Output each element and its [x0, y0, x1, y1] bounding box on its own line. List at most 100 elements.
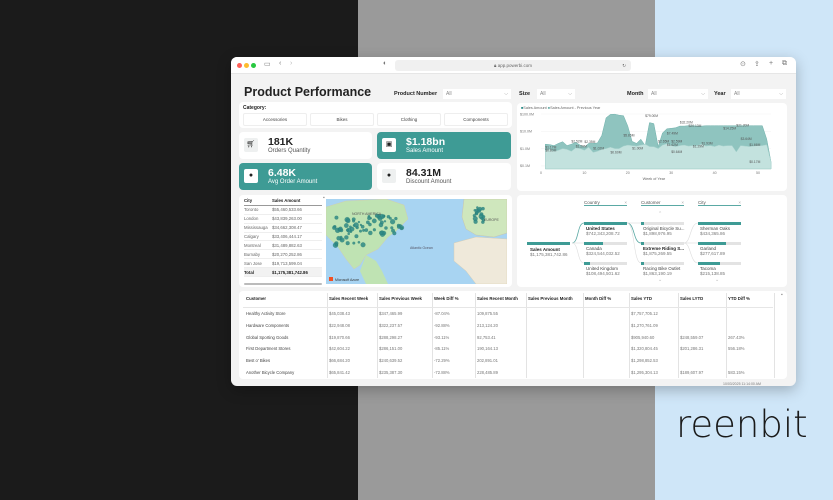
map-marker[interactable] — [338, 226, 343, 232]
map-marker[interactable] — [357, 220, 361, 224]
map-marker[interactable] — [360, 242, 366, 248]
map-marker[interactable] — [394, 216, 398, 221]
map-marker[interactable] — [347, 232, 350, 236]
column-header[interactable]: Sales Previous Month — [528, 296, 573, 301]
map-marker[interactable] — [336, 235, 341, 241]
map-marker[interactable] — [343, 223, 349, 228]
map-marker[interactable] — [357, 240, 361, 244]
chevron-down-icon[interactable]: ⌄ — [715, 277, 719, 283]
column-header[interactable]: Sales YTD — [631, 296, 652, 301]
column-header-label[interactable]: Customer — [641, 200, 661, 205]
map-marker[interactable] — [345, 228, 350, 232]
category-button-clothing[interactable]: Clothing — [377, 113, 441, 126]
category-button-components[interactable]: Components — [444, 113, 508, 126]
col-sales-amount[interactable]: Sales Amount — [272, 198, 301, 203]
more-options-icon[interactable]: ▪ — [781, 292, 783, 298]
map-marker[interactable] — [400, 226, 404, 230]
col-city[interactable]: City — [244, 198, 272, 203]
map-marker[interactable] — [359, 223, 363, 227]
map-marker[interactable] — [345, 218, 351, 224]
map-marker[interactable] — [332, 225, 337, 230]
map-marker[interactable] — [371, 218, 377, 224]
map-marker[interactable] — [391, 228, 395, 233]
privacy-shield-icon[interactable]: ◐ — [383, 60, 387, 67]
map-marker[interactable] — [379, 230, 384, 235]
column-header-label[interactable]: Country — [584, 200, 600, 205]
map-marker[interactable] — [383, 220, 387, 223]
decomp-bar[interactable] — [584, 222, 627, 225]
maximize-window-button[interactable] — [251, 63, 256, 68]
table-row[interactable]: London $43,839,263.00 — [244, 215, 322, 224]
decomp-bar[interactable] — [698, 242, 741, 245]
map-marker[interactable] — [388, 216, 392, 220]
table-row[interactable]: Burnaby $20,270,252.86 — [244, 250, 322, 260]
column-header[interactable]: Month Diff % — [585, 296, 611, 301]
address-bar[interactable]: 🔒︎ app.powerbi.com ↻ — [395, 60, 631, 71]
map-marker[interactable] — [473, 219, 478, 224]
map-marker[interactable] — [477, 206, 483, 212]
map-marker[interactable] — [344, 235, 349, 240]
category-button-bikes[interactable]: Bikes — [310, 113, 374, 126]
map-marker[interactable] — [384, 226, 388, 230]
decomp-bar[interactable] — [698, 222, 741, 225]
table-row[interactable]: Mississauga $34,662,308.47 — [244, 224, 322, 233]
table-row[interactable]: San Jose $19,713,599.04 — [244, 259, 322, 269]
column-header[interactable]: Sales Recent Week — [329, 296, 368, 301]
column-header[interactable]: Sales Recent Month — [477, 296, 518, 301]
column-header[interactable]: Customer — [246, 296, 266, 301]
close-icon[interactable]: × — [681, 200, 684, 205]
category-button-accessories[interactable]: Accessories — [243, 113, 307, 126]
back-icon[interactable]: ‹ — [279, 60, 281, 67]
map-marker[interactable] — [367, 216, 371, 221]
year-dropdown[interactable]: All ⌵ — [731, 89, 786, 99]
map-marker[interactable] — [473, 209, 477, 212]
table-row[interactable]: Montreal $31,489,882.63 — [244, 241, 322, 251]
map-marker[interactable] — [372, 228, 376, 232]
decomp-bar[interactable] — [584, 262, 627, 265]
table-row[interactable]: Toronto $55,460,533.66 — [244, 206, 322, 215]
map-marker[interactable] — [352, 219, 356, 223]
close-window-button[interactable] — [237, 63, 242, 68]
decomp-bar[interactable] — [584, 242, 627, 245]
table-row[interactable]: Calgary $33,406,444.17 — [244, 233, 322, 242]
map-marker[interactable] — [390, 219, 396, 225]
map-marker[interactable] — [345, 241, 350, 246]
decomp-bar[interactable] — [641, 222, 684, 225]
tabs-overview-icon[interactable]: ⧉ — [782, 60, 787, 68]
map-marker[interactable] — [475, 211, 479, 215]
map-marker[interactable] — [378, 222, 384, 228]
decomp-bar[interactable] — [641, 242, 684, 245]
map-marker[interactable] — [364, 228, 369, 232]
share-icon[interactable]: ⇪ — [754, 60, 760, 68]
map-marker[interactable] — [377, 216, 383, 221]
sales-map[interactable]: NORTH AMERICA EUROPE Atlantic Ocean Micr… — [326, 199, 507, 284]
reload-icon[interactable]: ↻ — [622, 60, 626, 71]
column-header[interactable]: Sales LYTD — [680, 296, 703, 301]
map-marker[interactable] — [334, 215, 339, 220]
column-header[interactable]: Week Diff % — [434, 296, 459, 301]
column-header-label[interactable]: City — [698, 200, 706, 205]
column-header[interactable]: YTD Diff % — [728, 296, 750, 301]
month-dropdown[interactable]: All ⌵ — [648, 89, 708, 99]
map-marker[interactable] — [368, 230, 373, 236]
new-tab-icon[interactable]: + — [769, 60, 773, 67]
horizontal-scrollbar[interactable] — [244, 283, 322, 285]
map-marker[interactable] — [334, 243, 338, 247]
map-marker[interactable] — [396, 225, 401, 229]
map-marker[interactable] — [353, 222, 359, 228]
minimize-window-button[interactable] — [244, 63, 249, 68]
chevron-up-icon[interactable]: ⌃ — [658, 211, 662, 217]
forward-icon[interactable]: › — [290, 60, 292, 67]
focus-mode-icon[interactable]: ▪ — [323, 195, 325, 201]
map-marker[interactable] — [352, 241, 356, 245]
map-marker[interactable] — [354, 234, 359, 239]
download-icon[interactable]: ⊙ — [740, 60, 746, 68]
decomp-bar[interactable] — [641, 262, 684, 265]
close-icon[interactable]: × — [624, 200, 627, 205]
column-header[interactable]: Sales Previous Week — [379, 296, 422, 301]
map-marker[interactable] — [472, 214, 476, 218]
decomp-bar[interactable] — [698, 262, 741, 265]
chevron-down-icon[interactable]: ⌄ — [658, 277, 662, 283]
close-icon[interactable]: × — [738, 200, 741, 205]
root-bar[interactable] — [527, 242, 570, 245]
